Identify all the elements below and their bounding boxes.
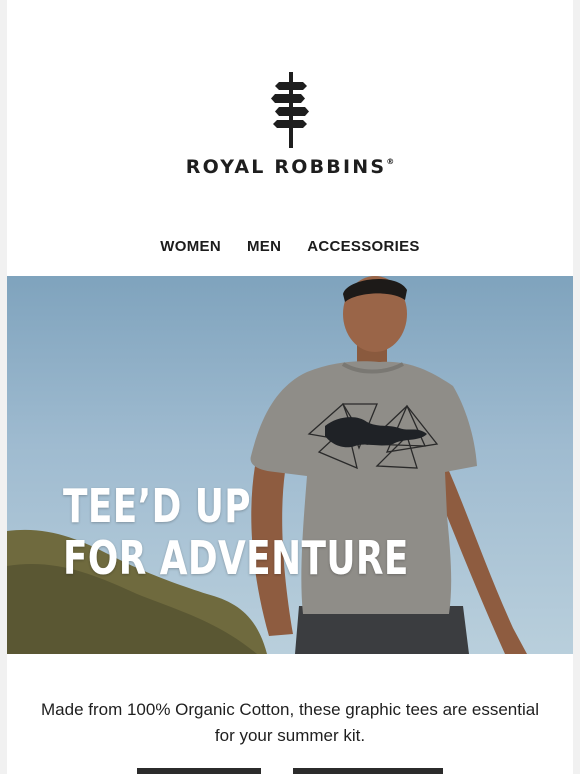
hero-banner[interactable]: TEE’D UP FOR ADVENTURE [7, 276, 573, 654]
trademark-symbol: ® [386, 157, 395, 166]
shop-button-1[interactable] [137, 768, 261, 774]
email-body: ROYAL ROBBINS® WOMEN MEN ACCESSORIES TEE… [7, 0, 573, 774]
nav-link-men[interactable]: MEN [247, 238, 281, 255]
brand-name: ROYAL ROBBINS [185, 156, 387, 178]
brand-wordmark[interactable]: ROYAL ROBBINS® [7, 156, 573, 178]
nav-link-women[interactable]: WOMEN [160, 238, 221, 255]
signpost-logo-icon[interactable] [269, 72, 313, 148]
headline-line-2: FOR ADVENTURE [63, 531, 409, 585]
body-copy: Made from 100% Organic Cotton, these gra… [41, 700, 539, 745]
hero-image [7, 276, 527, 654]
nav-link-accessories[interactable]: ACCESSORIES [307, 238, 420, 255]
hero-headline: TEE’D UP FOR ADVENTURE [63, 480, 409, 584]
shop-button-2[interactable] [293, 768, 443, 774]
main-nav: WOMEN MEN ACCESSORIES [7, 238, 573, 255]
headline-line-1: TEE’D UP [63, 479, 251, 533]
